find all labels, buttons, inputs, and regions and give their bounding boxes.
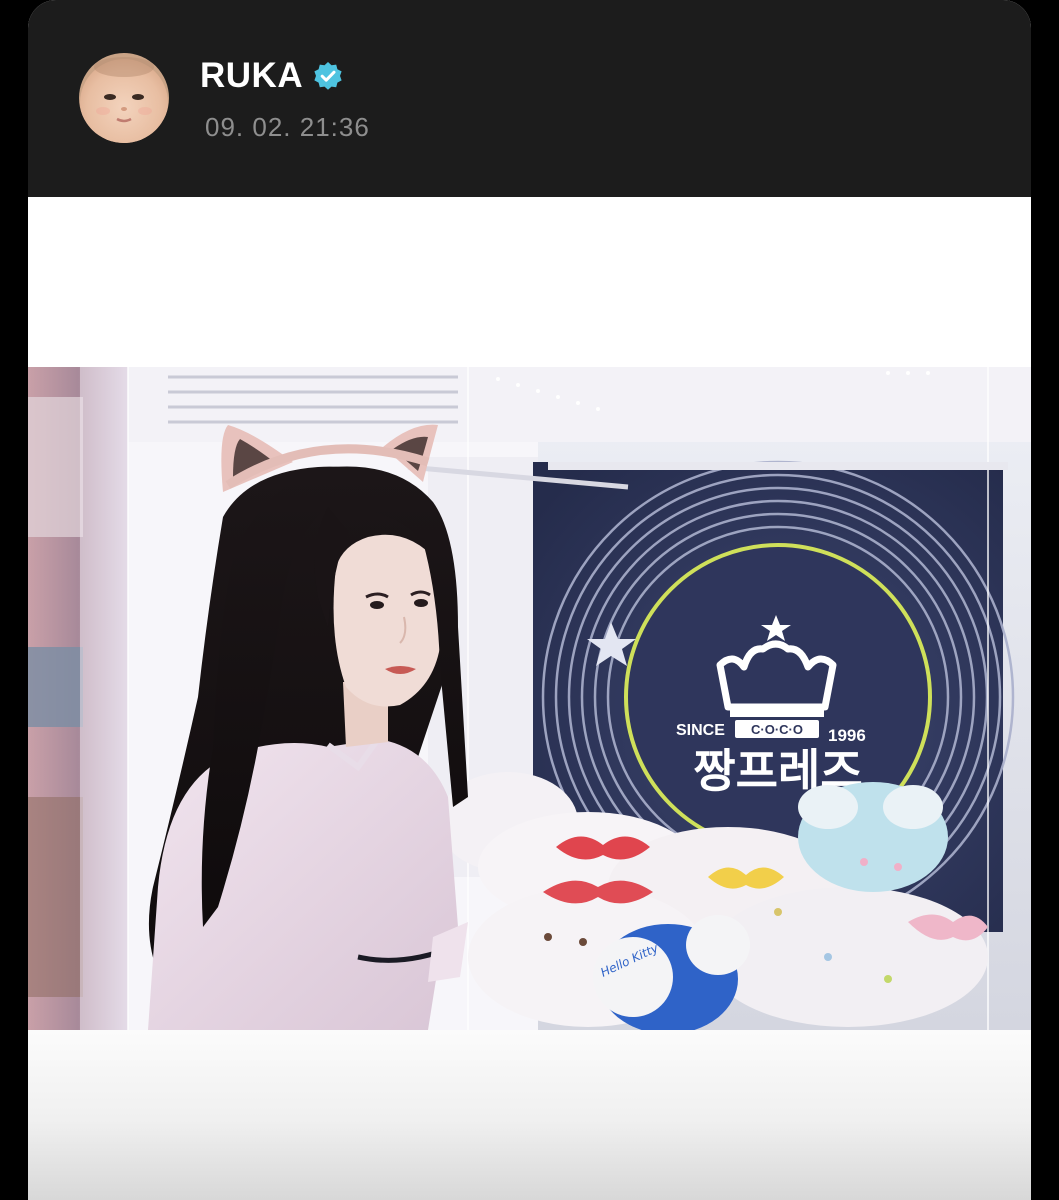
sign-brand-small: C·O·C·O bbox=[751, 722, 803, 737]
sign-since: SINCE bbox=[676, 722, 725, 739]
verified-badge-icon bbox=[314, 62, 342, 90]
story-card: RUKA 09. 02. 21:36 C·O·C·O SINCE 1996 짱프… bbox=[28, 0, 1031, 1200]
post-timestamp: 09. 02. 21:36 bbox=[205, 112, 370, 142]
profile-avatar[interactable] bbox=[79, 53, 169, 143]
story-photo[interactable]: C·O·C·O SINCE 1996 짱프레즈 Hello Kitty bbox=[28, 367, 1031, 1030]
story-header: RUKA 09. 02. 21:36 bbox=[28, 0, 1031, 197]
story-content: C·O·C·O SINCE 1996 짱프레즈 Hello Kitty bbox=[28, 197, 1031, 1200]
claw-machine-photo: C·O·C·O SINCE 1996 짱프레즈 Hello Kitty bbox=[28, 367, 1031, 1030]
avatar-image bbox=[79, 53, 169, 143]
sign-year: 1996 bbox=[828, 726, 866, 745]
username[interactable]: RUKA bbox=[200, 56, 303, 96]
username-row: RUKA bbox=[200, 56, 343, 96]
